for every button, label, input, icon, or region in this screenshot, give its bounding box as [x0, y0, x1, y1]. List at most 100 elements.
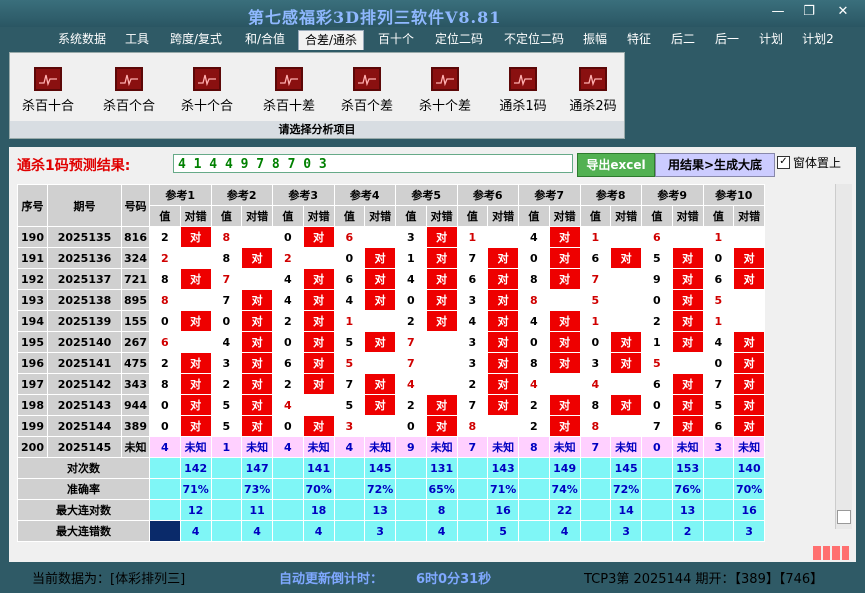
row-value: 0	[518, 247, 550, 269]
row-value: 0	[395, 415, 427, 437]
right-mark: 对	[179, 310, 212, 332]
scroll-thumb[interactable]	[837, 510, 851, 524]
unknown-mark: 未知	[487, 436, 519, 458]
header-value: 值	[456, 205, 489, 227]
menu-item-13[interactable]: 计划2	[800, 30, 836, 49]
menu-item-5[interactable]: 百十个	[376, 30, 416, 49]
stats-spacer	[333, 457, 366, 479]
menu-item-7[interactable]: 不定位二码	[500, 30, 568, 49]
right-mark: 对	[302, 352, 335, 374]
prediction-row[interactable]: 200 2025145 未知 4 未知 1 未知 4 未知 4 未知 9 未知 7 未知 8 未知 7 未知 0 未知 3…	[17, 436, 765, 458]
generate-base-button[interactable]: 用结果>生成大底	[655, 153, 775, 177]
ribbon-item-6[interactable]: 通杀1码	[491, 67, 555, 114]
right-mark: 对	[241, 310, 273, 332]
menu-item-3[interactable]: 和/合值	[240, 30, 290, 49]
menu-item-6[interactable]: 定位二码	[430, 30, 488, 49]
table-row[interactable]: 195 2025140 267 6 4 对 0 对 5 对 7 3 对 0 对 0 对 1 对 4 对	[17, 331, 765, 353]
stats-value: 4	[548, 520, 581, 542]
ribbon-item-5[interactable]: 杀十个差	[413, 67, 477, 114]
row-code: 721	[121, 268, 150, 290]
menu-item-11[interactable]: 后一	[712, 30, 742, 49]
wrong-mark	[241, 268, 273, 290]
row-value: 7	[333, 373, 366, 395]
header-right-wrong: 对错	[487, 205, 519, 227]
topmost-checkbox[interactable]: ✓	[777, 156, 790, 169]
minimize-icon[interactable]: —	[767, 4, 789, 20]
stats-spacer	[149, 457, 181, 479]
stats-spacer	[333, 499, 366, 521]
table-row[interactable]: 192 2025137 721 8 对 7 4 对 6 对 4 对 6 对 8 对 7 9 对 6 对	[17, 268, 765, 290]
stats-value: 3	[364, 520, 396, 542]
header-right-wrong: 对错	[671, 205, 704, 227]
ribbon-item-0[interactable]: 杀百十合	[16, 67, 80, 114]
stats-value: 76%	[671, 478, 704, 500]
right-mark: 对	[241, 289, 273, 311]
close-icon[interactable]: ✕	[832, 4, 854, 20]
row-seq: 196	[17, 352, 48, 374]
table-row[interactable]: 194 2025139 155 0 对 0 对 2 对 1 2 对 4 对 4 对 1 2 对 1	[17, 310, 765, 332]
right-mark: 对	[733, 394, 765, 416]
row-value: 1	[641, 331, 673, 353]
title-bar: 第七感福彩3D排列三软件V8.81 — ❐ ✕	[0, 0, 865, 27]
table-row[interactable]: 193 2025138 895 8 7 对 4 对 4 对 0 对 3 对 8 5 0 对 5	[17, 289, 765, 311]
right-mark: 对	[425, 247, 458, 269]
prediction-field[interactable]: 4 1 4 4 9 7 8 7 0 3	[173, 154, 573, 173]
stats-value: 131	[425, 457, 458, 479]
ribbon-item-3[interactable]: 杀百十差	[257, 67, 321, 114]
menu-item-4[interactable]: 合差/通杀	[298, 30, 364, 50]
row-seq: 191	[17, 247, 48, 269]
row-code: 816	[121, 226, 150, 248]
row-value: 1	[702, 226, 735, 248]
stats-value: 142	[179, 457, 212, 479]
menu-item-8[interactable]: 振幅	[580, 30, 610, 49]
ribbon-item-7[interactable]: 通杀2码	[561, 67, 625, 114]
stats-spacer	[149, 478, 181, 500]
unknown-mark: 未知	[733, 436, 765, 458]
header-ref: 参考8	[579, 184, 642, 206]
ribbon-item-4[interactable]: 杀百个差	[335, 67, 399, 114]
menu-item-2[interactable]: 跨度/复式	[166, 30, 226, 49]
row-value: 7	[702, 373, 735, 395]
table-row[interactable]: 199 2025144 389 0 对 5 对 0 对 3 0 对 8 2 对 8 7 对 6 对	[17, 415, 765, 437]
chart-icon	[431, 67, 459, 91]
right-mark: 对	[425, 226, 458, 248]
row-seq: 195	[17, 331, 48, 353]
ribbon-item-1[interactable]: 杀百个合	[97, 67, 161, 114]
stats-value: 22	[548, 499, 581, 521]
row-value: 5	[702, 394, 735, 416]
ribbon-item-2[interactable]: 杀十个合	[175, 67, 239, 114]
stats-value: 143	[487, 457, 519, 479]
right-mark: 对	[302, 373, 335, 395]
table-row[interactable]: 196 2025141 475 2 对 3 对 6 对 5 7 3 对 8 对 3 对 5 0 对	[17, 352, 765, 374]
table-row[interactable]: 197 2025142 343 8 对 2 对 2 对 7 对 4 2 对 4 4 6 对 7 对	[17, 373, 765, 395]
stats-spacer	[210, 520, 243, 542]
prediction-value: 7	[456, 436, 489, 458]
menu-item-10[interactable]: 后二	[668, 30, 698, 49]
prediction-value: 7	[579, 436, 612, 458]
unknown-mark: 未知	[364, 436, 396, 458]
export-excel-button[interactable]: 导出excel	[577, 153, 655, 177]
stats-value: 72%	[364, 478, 396, 500]
header-value: 值	[702, 205, 735, 227]
right-mark: 对	[610, 331, 642, 353]
row-value: 3	[395, 226, 427, 248]
row-code: 未知	[121, 436, 150, 458]
right-mark: 对	[425, 394, 458, 416]
menu-item-9[interactable]: 特征	[624, 30, 654, 49]
menu-item-12[interactable]: 计划	[756, 30, 786, 49]
restore-icon[interactable]: ❐	[798, 4, 820, 20]
vertical-scrollbar[interactable]	[835, 184, 852, 529]
table-row[interactable]: 190 2025135 816 2 对 8 0 对 6 3 对 1 4 对 1 6 1	[17, 226, 765, 248]
row-value: 6	[456, 268, 489, 290]
menu-item-1[interactable]: 工具	[122, 30, 152, 49]
table-row[interactable]: 198 2025143 944 0 对 5 对 4 5 对 2 对 7 对 2 对 8 对 0 对 5 对	[17, 394, 765, 416]
row-value: 6	[641, 373, 673, 395]
menu-item-0[interactable]: 系统数据	[55, 30, 109, 49]
right-mark: 对	[364, 247, 396, 269]
row-seq: 200	[17, 436, 48, 458]
row-value: 7	[641, 415, 673, 437]
stats-spacer	[641, 457, 673, 479]
wrong-mark	[241, 226, 273, 248]
row-value: 4	[210, 331, 243, 353]
table-row[interactable]: 191 2025136 324 2 8 对 2 0 对 1 对 7 对 0 对 6 对 5 对 0 对	[17, 247, 765, 269]
